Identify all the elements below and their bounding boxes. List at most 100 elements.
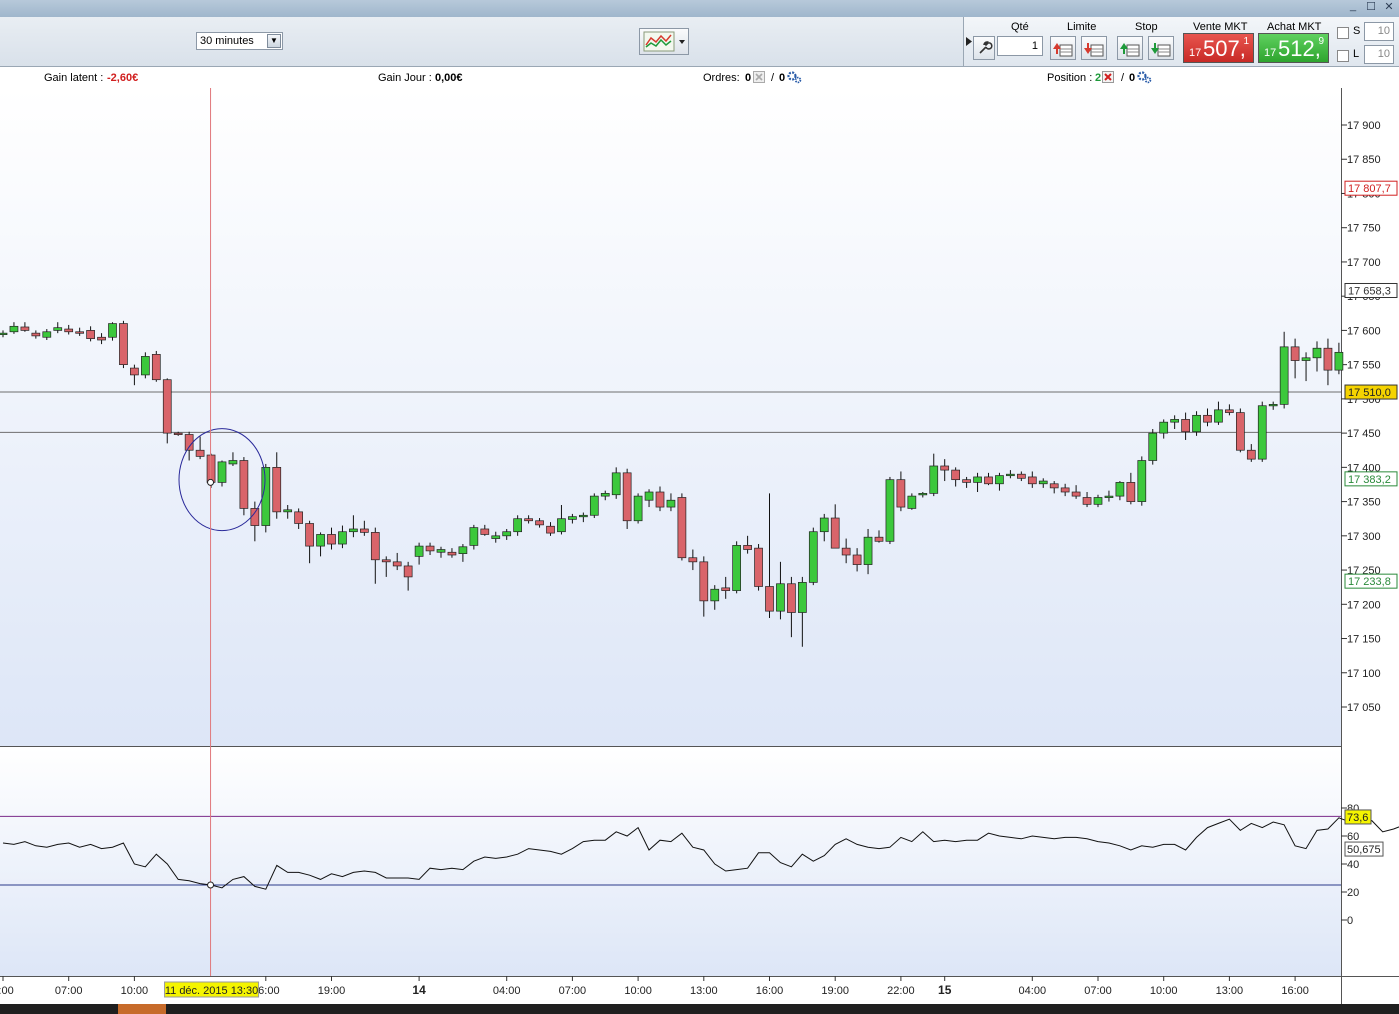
candle-body[interactable]: [1060, 487, 1070, 493]
candle-body[interactable]: [1203, 414, 1212, 423]
candle-body[interactable]: [316, 534, 325, 547]
candle-body[interactable]: [1301, 357, 1311, 361]
candle-body[interactable]: [272, 467, 282, 513]
candle-body[interactable]: [294, 511, 303, 524]
candle-body[interactable]: [852, 554, 862, 565]
candle-body[interactable]: [1027, 476, 1037, 485]
taskbar-active-item[interactable]: [118, 1004, 166, 1014]
candle-body[interactable]: [217, 461, 227, 483]
candle-body[interactable]: [557, 518, 566, 533]
candle-body[interactable]: [458, 546, 468, 554]
candle-body[interactable]: [622, 472, 632, 522]
candle-body[interactable]: [1148, 432, 1158, 461]
candle-body[interactable]: [787, 583, 796, 613]
candle-body[interactable]: [578, 514, 588, 518]
candle-body[interactable]: [962, 479, 971, 483]
candle-body[interactable]: [360, 528, 369, 533]
candle-body[interactable]: [929, 465, 939, 494]
candle-body[interactable]: [1082, 497, 1092, 505]
candle-body[interactable]: [721, 587, 731, 591]
candle-body[interactable]: [1268, 404, 1278, 407]
candle-body[interactable]: [1115, 482, 1125, 497]
candle-body[interactable]: [414, 545, 424, 557]
candle-body[interactable]: [1049, 483, 1059, 489]
candle-body[interactable]: [1093, 497, 1103, 505]
candle-body[interactable]: [973, 476, 982, 483]
candle-body[interactable]: [20, 326, 30, 331]
minimize-button[interactable]: _: [1347, 0, 1359, 14]
candle-body[interactable]: [305, 523, 314, 547]
candle-body[interactable]: [42, 331, 52, 338]
candle-body[interactable]: [841, 547, 851, 556]
candle-body[interactable]: [370, 532, 380, 561]
candle-body[interactable]: [830, 517, 840, 549]
price-chart[interactable]: 17 90017 85017 80017 75017 70017 65017 6…: [0, 88, 1399, 1004]
candle-body[interactable]: [469, 527, 479, 546]
candle-body[interactable]: [732, 545, 742, 591]
candle-body[interactable]: [710, 588, 720, 602]
limit-buy-button[interactable]: [1050, 36, 1076, 60]
candle-body[interactable]: [1235, 412, 1245, 451]
candle-body[interactable]: [1290, 346, 1300, 361]
candle-body[interactable]: [283, 509, 293, 513]
candle-body[interactable]: [1159, 421, 1169, 434]
candle-body[interactable]: [9, 325, 19, 333]
candle-body[interactable]: [64, 328, 74, 333]
candle-body[interactable]: [819, 517, 829, 533]
candle-body[interactable]: [907, 495, 917, 509]
candle-body[interactable]: [754, 547, 763, 587]
candle-body[interactable]: [327, 534, 336, 545]
candle-body[interactable]: [480, 528, 490, 535]
candle-body[interactable]: [436, 549, 446, 553]
candle-body[interactable]: [633, 495, 643, 522]
candle-body[interactable]: [1214, 409, 1223, 423]
sell-mkt-button[interactable]: 17 507, 1: [1183, 33, 1254, 63]
candle-body[interactable]: [151, 354, 161, 381]
candle-body[interactable]: [743, 545, 752, 550]
candle-body[interactable]: [568, 516, 577, 520]
candle-body[interactable]: [502, 531, 512, 537]
candle-body[interactable]: [425, 545, 435, 552]
candle-body[interactable]: [808, 531, 818, 583]
candle-body[interactable]: [184, 434, 194, 451]
candle-body[interactable]: [535, 520, 544, 526]
candle-body[interactable]: [995, 475, 1004, 485]
candle-body[interactable]: [97, 336, 106, 341]
candle-body[interactable]: [1038, 480, 1048, 485]
candle-body[interactable]: [162, 379, 172, 434]
candle-body[interactable]: [381, 559, 391, 563]
candle-body[interactable]: [1192, 414, 1201, 433]
panel-expand-icon[interactable]: [966, 37, 972, 46]
candle-body[interactable]: [655, 491, 665, 508]
candle-body[interactable]: [31, 332, 41, 337]
candle-body[interactable]: [600, 493, 610, 497]
timeframe-select[interactable]: 30 minutes ▼: [196, 32, 283, 50]
settings-wrench-button[interactable]: [973, 36, 995, 60]
candle-body[interactable]: [874, 536, 884, 542]
candle-body[interactable]: [611, 472, 621, 496]
candle-body[interactable]: [447, 551, 457, 556]
candle-body[interactable]: [776, 583, 785, 612]
candle-body[interactable]: [141, 356, 150, 376]
maximize-button[interactable]: ☐: [1365, 0, 1377, 14]
candle-body[interactable]: [338, 531, 347, 545]
candle-body[interactable]: [984, 476, 993, 485]
candle-body[interactable]: [1006, 473, 1015, 477]
gear-icon[interactable]: [786, 70, 802, 84]
candle-body[interactable]: [403, 565, 413, 578]
candle-body[interactable]: [108, 323, 117, 338]
candle-body[interactable]: [688, 557, 698, 563]
candle-body[interactable]: [677, 497, 687, 559]
l-checkbox[interactable]: [1337, 50, 1349, 62]
candle-body[interactable]: [940, 465, 950, 471]
candle-body[interactable]: [1016, 473, 1026, 479]
qty-input[interactable]: 1: [997, 36, 1043, 56]
position-gear-icon[interactable]: [1136, 70, 1152, 84]
candle-body[interactable]: [86, 330, 95, 339]
buy-mkt-button[interactable]: 17 512, 9: [1258, 33, 1329, 63]
candle-body[interactable]: [130, 367, 139, 376]
candle-body[interactable]: [1126, 482, 1136, 502]
candle-body[interactable]: [896, 479, 906, 508]
close-orders-icon[interactable]: [753, 71, 765, 83]
chevron-down-icon[interactable]: ▼: [267, 34, 281, 48]
